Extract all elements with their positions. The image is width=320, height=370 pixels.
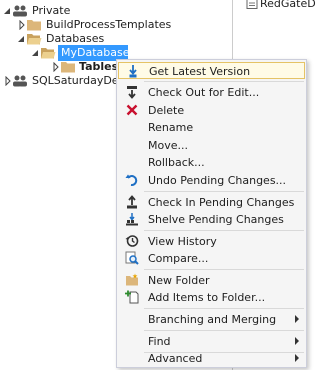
submenu-arrow-icon bbox=[295, 337, 299, 345]
new-folder-icon bbox=[126, 273, 138, 286]
submenu-arrow-icon bbox=[295, 315, 299, 323]
get-latest-icon bbox=[129, 65, 137, 78]
menu-item-label: Get Latest Version bbox=[149, 65, 251, 78]
menu-item-label: New Folder bbox=[148, 274, 210, 287]
right-pane-item-label[interactable]: RedGateD bbox=[260, 0, 316, 11]
menu-item-label: Check Out for Edit... bbox=[148, 86, 260, 99]
menu-item-rename[interactable]: Rename bbox=[118, 119, 305, 136]
menu-item-label: Delete bbox=[148, 104, 185, 117]
menu-separator bbox=[144, 308, 304, 309]
menu-item-advanced[interactable]: Advanced bbox=[118, 350, 305, 367]
menu-item-label: View History bbox=[148, 235, 217, 248]
menu-item-label: Rename bbox=[148, 121, 194, 134]
menu-item-compare[interactable]: Compare... bbox=[118, 250, 305, 267]
menu-item-label: Move... bbox=[148, 139, 188, 152]
menu-item-view-history[interactable]: View History bbox=[118, 233, 305, 250]
menu-item-check-in-pending-changes[interactable]: Check In Pending Changes bbox=[118, 194, 305, 211]
menu-item-label: Advanced bbox=[148, 352, 203, 365]
team-project-icon bbox=[13, 5, 27, 17]
document-icon bbox=[246, 0, 258, 9]
open-folder-icon bbox=[27, 34, 42, 45]
folder-icon bbox=[27, 20, 41, 31]
menu-item-label: Branching and Merging bbox=[148, 313, 277, 326]
check-in-icon bbox=[127, 195, 137, 209]
shelve-icon bbox=[126, 213, 138, 226]
compare-icon bbox=[125, 251, 139, 265]
menu-item-label: Rollback... bbox=[148, 156, 205, 169]
menu-item-label: Find bbox=[148, 335, 171, 348]
menu-item-label: Check In Pending Changes bbox=[148, 196, 295, 209]
undo-icon bbox=[125, 174, 138, 187]
folder-icon bbox=[61, 62, 75, 73]
submenu-arrow-icon bbox=[295, 354, 299, 362]
history-icon bbox=[125, 235, 139, 247]
menu-item-undo-pending-changes[interactable]: Undo Pending Changes... bbox=[118, 172, 305, 189]
check-out-icon bbox=[127, 86, 137, 99]
menu-item-label: Add Items to Folder... bbox=[148, 291, 266, 304]
menu-separator bbox=[144, 81, 304, 82]
menu-item-get-latest-version[interactable]: Get Latest Version bbox=[118, 62, 305, 79]
tree-item-build-process-templates[interactable]: BuildProcessTemplates bbox=[46, 18, 171, 32]
menu-item-check-out-for-edit[interactable]: Check Out for Edit... bbox=[118, 84, 305, 101]
menu-item-move[interactable]: Move... bbox=[118, 137, 305, 154]
menu-item-add-items-to-folder[interactable]: Add Items to Folder... bbox=[118, 289, 305, 306]
menu-item-shelve-pending-changes[interactable]: Shelve Pending Changes bbox=[118, 211, 305, 228]
menu-item-label: Undo Pending Changes... bbox=[148, 174, 287, 187]
menu-item-branching-and-merging[interactable]: Branching and Merging bbox=[118, 311, 305, 328]
tree-item-private[interactable]: Private bbox=[32, 4, 70, 18]
menu-item-find[interactable]: Find bbox=[118, 333, 305, 350]
menu-item-rollback[interactable]: Rollback... bbox=[118, 154, 305, 171]
menu-separator bbox=[144, 269, 304, 270]
tree-item-databases[interactable]: Databases bbox=[46, 32, 104, 46]
context-menu: Get Latest Version Check Out for Edit...… bbox=[116, 59, 307, 368]
add-items-icon bbox=[125, 290, 139, 304]
menu-item-label: Shelve Pending Changes bbox=[148, 213, 284, 226]
tree-item-tables[interactable]: Tables bbox=[79, 60, 118, 74]
menu-item-new-folder[interactable]: New Folder bbox=[118, 272, 305, 289]
tree-item-my-database[interactable]: MyDatabase1 bbox=[61, 46, 137, 60]
delete-x-icon bbox=[126, 104, 138, 116]
menu-separator bbox=[144, 191, 304, 192]
menu-separator bbox=[144, 230, 304, 231]
menu-separator bbox=[144, 330, 304, 331]
team-project-icon bbox=[13, 75, 27, 87]
menu-item-label: Compare... bbox=[148, 252, 209, 265]
open-folder-icon bbox=[41, 48, 56, 59]
menu-item-delete[interactable]: Delete bbox=[118, 102, 305, 119]
